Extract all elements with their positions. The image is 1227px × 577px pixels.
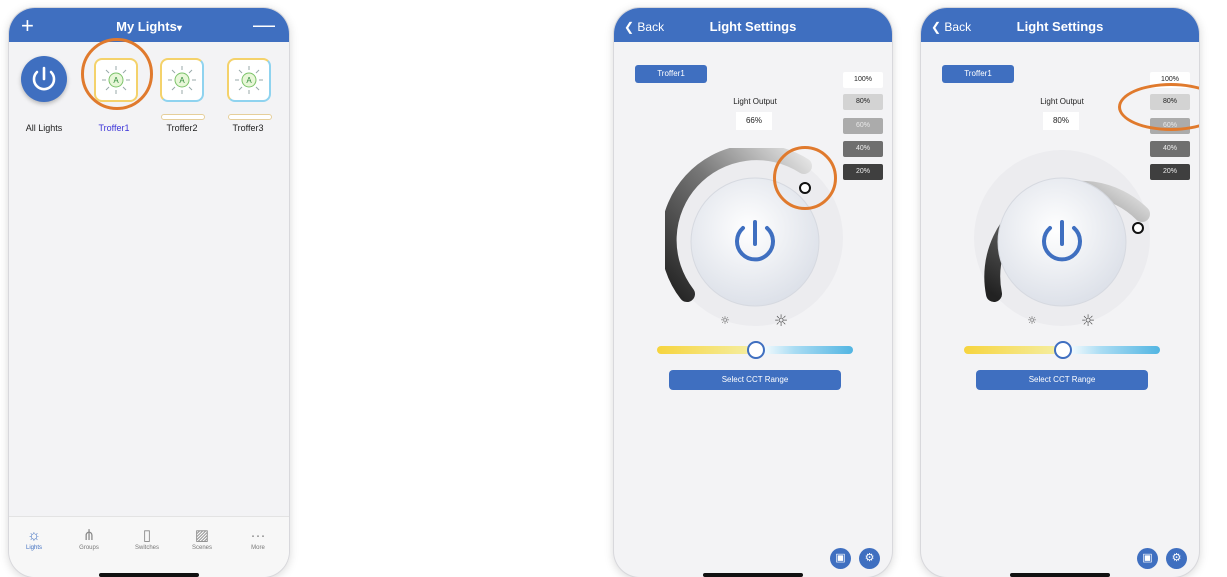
highlight-circle xyxy=(773,146,837,210)
light-output-label: Light Output xyxy=(733,97,777,106)
home-indicator xyxy=(1010,573,1110,577)
select-cct-range-button[interactable]: Select CCT Range xyxy=(976,370,1148,390)
cct-slider[interactable] xyxy=(657,341,853,359)
fixture-status-bar xyxy=(228,114,272,120)
preset-40[interactable]: 40% xyxy=(1150,141,1190,157)
dropdown-caret-icon: ▾ xyxy=(176,23,182,34)
preset-80[interactable]: 80% xyxy=(843,94,883,110)
tab-switches[interactable]: ▯ Switches xyxy=(122,527,172,551)
cct-slider-thumb[interactable] xyxy=(1054,341,1072,359)
home-indicator xyxy=(703,573,803,577)
bright-sun-icon: ☼ xyxy=(1081,311,1095,328)
preset-40[interactable]: 40% xyxy=(843,141,883,157)
cct-slider-thumb[interactable] xyxy=(747,341,765,359)
tab-more[interactable]: ··· More xyxy=(233,527,283,551)
select-cct-range-button[interactable]: Select CCT Range xyxy=(669,370,841,390)
fixture-label-troffer3: Troffer3 xyxy=(232,123,264,133)
tab-bar: ☼ Lights ⋔ Groups ▯ Switches ▨ Scenes ··… xyxy=(9,516,289,577)
tab-label: Groups xyxy=(79,545,99,551)
tab-groups[interactable]: ⋔ Groups xyxy=(64,527,114,551)
gear-icon[interactable]: ⚙ xyxy=(859,548,880,569)
tab-label: Scenes xyxy=(191,545,212,551)
light-settings-screen-b: ❮ Back Light Settings Troffer1 Light Out… xyxy=(921,8,1199,577)
remove-button[interactable]: — xyxy=(253,12,275,38)
tab-label: Lights xyxy=(25,545,42,551)
page-title[interactable]: My Lights▾ xyxy=(9,19,289,34)
page-title: Light Settings xyxy=(709,19,797,34)
preset-20[interactable]: 20% xyxy=(843,164,883,180)
save-button[interactable]: ▣ xyxy=(830,548,851,569)
fixture-label-troffer2: Troffer2 xyxy=(166,123,198,133)
dial-handle[interactable] xyxy=(1132,222,1144,234)
scenes-icon: ▨ xyxy=(194,527,210,544)
svg-text:A: A xyxy=(246,76,252,85)
fixture-label-troffer1: Troffer1 xyxy=(98,123,130,133)
fixture-name-button[interactable]: Troffer1 xyxy=(942,65,1014,83)
brightness-dial[interactable]: ☼ ☼ xyxy=(972,148,1152,328)
troffer-light-icon: A xyxy=(168,66,196,94)
tab-scenes[interactable]: ▨ Scenes xyxy=(177,527,227,551)
all-lights-label: All Lights xyxy=(25,123,63,133)
groups-icon: ⋔ xyxy=(82,527,96,544)
nav-header: ❮ Back Light Settings xyxy=(614,8,892,42)
light-settings-screen-a: ❮ Back Light Settings Troffer1 Light Out… xyxy=(614,8,892,577)
nav-header: + My Lights▾ — xyxy=(9,8,289,42)
bright-sun-icon: ☼ xyxy=(774,311,788,328)
highlight-circle xyxy=(81,38,153,110)
page-title: Light Settings xyxy=(1016,19,1104,34)
fixture-status-bar xyxy=(161,114,205,120)
fixture-name-button[interactable]: Troffer1 xyxy=(635,65,707,83)
highlight-circle xyxy=(1118,83,1199,131)
all-lights-power-button[interactable] xyxy=(21,56,67,102)
gear-icon[interactable]: ⚙ xyxy=(1166,548,1187,569)
sun-icon: ☼ xyxy=(27,527,41,544)
home-indicator xyxy=(99,573,199,577)
cct-slider[interactable] xyxy=(964,341,1160,359)
light-output-value: 66% xyxy=(736,112,772,130)
nav-header: ❮ Back Light Settings xyxy=(921,8,1199,42)
fixture-tile-troffer2[interactable]: A xyxy=(160,58,204,102)
troffer-light-icon: A xyxy=(235,66,263,94)
preset-100[interactable]: 100% xyxy=(843,72,883,88)
light-output-label: Light Output xyxy=(1040,97,1084,106)
switch-icon: ▯ xyxy=(142,527,152,544)
tab-label: Switches xyxy=(134,545,159,551)
power-icon xyxy=(32,66,56,91)
dim-sun-icon: ☼ xyxy=(720,314,730,327)
preset-60[interactable]: 60% xyxy=(843,118,883,134)
save-button[interactable]: ▣ xyxy=(1137,548,1158,569)
page-title-label: My Lights xyxy=(116,19,177,34)
light-output-value: 80% xyxy=(1043,112,1079,130)
svg-text:A: A xyxy=(179,76,185,85)
fixture-tile-troffer3[interactable]: A xyxy=(227,58,271,102)
tab-lights[interactable]: ☼ Lights xyxy=(9,527,59,551)
my-lights-screen: + My Lights▾ — All Lights A Troffer1 A T… xyxy=(9,8,289,577)
preset-20[interactable]: 20% xyxy=(1150,164,1190,180)
more-icon: ··· xyxy=(250,527,266,544)
dim-sun-icon: ☼ xyxy=(1027,314,1037,327)
tab-label: More xyxy=(251,545,265,551)
